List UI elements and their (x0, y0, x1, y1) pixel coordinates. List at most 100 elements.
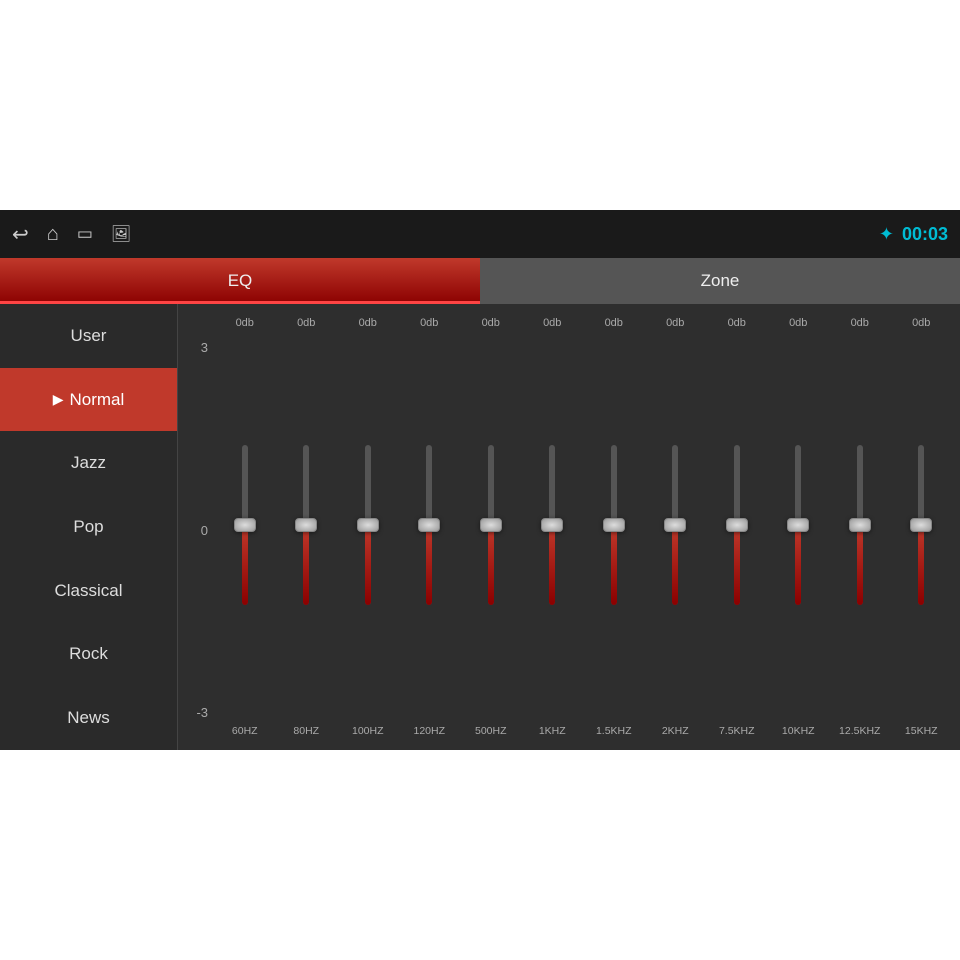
eq-db-labels: 0db0db0db0db0db0db0db0db0db0db0db0db (214, 312, 952, 334)
tab-zone-label: Zone (701, 271, 740, 291)
eq-slider-track-0[interactable] (242, 445, 248, 605)
eq-freq-label-6: 1.5KHZ (583, 720, 645, 742)
tab-zone[interactable]: Zone (480, 258, 960, 304)
tab-eq[interactable]: EQ (0, 258, 480, 304)
eq-db-label-8: 0db (706, 312, 768, 334)
sidebar-jazz-label: Jazz (71, 453, 106, 473)
sidebar-rock-label: Rock (69, 644, 108, 664)
sidebar-item-pop[interactable]: Pop (0, 495, 177, 559)
eq-slider-thumb-8[interactable] (726, 518, 748, 532)
sidebar-news-label: News (67, 708, 110, 728)
eq-slider-thumb-3[interactable] (418, 518, 440, 532)
eq-freq-label-10: 12.5KHZ (829, 720, 891, 742)
eq-slider-thumb-11[interactable] (910, 518, 932, 532)
eq-db-label-10: 0db (829, 312, 891, 334)
eq-slider-col-3 (399, 334, 461, 716)
eq-slider-track-8[interactable] (734, 445, 740, 605)
eq-y-0: 0 (188, 523, 208, 538)
eq-sliders-row (214, 334, 952, 716)
image-icon[interactable]: 🖼 (111, 224, 131, 244)
eq-slider-col-11 (891, 334, 953, 716)
sidebar-item-user[interactable]: User (0, 304, 177, 368)
eq-slider-track-5[interactable] (549, 445, 555, 605)
sidebar: User ▶ Normal Jazz Pop Classical Rock Ne… (0, 304, 178, 750)
eq-freq-label-8: 7.5KHZ (706, 720, 768, 742)
sidebar-classical-label: Classical (54, 581, 122, 601)
eq-freq-label-3: 120HZ (399, 720, 461, 742)
eq-freq-label-4: 500HZ (460, 720, 522, 742)
eq-slider-col-10 (829, 334, 891, 716)
eq-db-label-9: 0db (768, 312, 830, 334)
eq-slider-col-8 (706, 334, 768, 716)
sidebar-normal-label: Normal (69, 390, 124, 410)
eq-slider-track-1[interactable] (303, 445, 309, 605)
eq-db-label-11: 0db (891, 312, 953, 334)
eq-freq-label-0: 60HZ (214, 720, 276, 742)
eq-y-axis: 3 0 -3 (186, 312, 214, 742)
eq-slider-track-7[interactable] (672, 445, 678, 605)
eq-db-label-4: 0db (460, 312, 522, 334)
eq-slider-thumb-4[interactable] (480, 518, 502, 532)
eq-freq-label-11: 15KHZ (891, 720, 953, 742)
eq-slider-thumb-1[interactable] (295, 518, 317, 532)
eq-db-label-7: 0db (645, 312, 707, 334)
eq-slider-track-6[interactable] (611, 445, 617, 605)
eq-db-label-2: 0db (337, 312, 399, 334)
eq-y-3: 3 (188, 340, 208, 355)
eq-freq-label-5: 1KHZ (522, 720, 584, 742)
eq-db-label-3: 0db (399, 312, 461, 334)
eq-db-label-6: 0db (583, 312, 645, 334)
sidebar-item-normal[interactable]: ▶ Normal (0, 368, 177, 432)
timer-display: 00:03 (902, 224, 948, 245)
window-icon[interactable]: ▭ (77, 224, 93, 244)
eq-slider-col-0 (214, 334, 276, 716)
eq-scale-area: 3 0 -3 0db0db0db0db0db0db0db0db0db0db0db… (186, 312, 952, 742)
eq-slider-track-4[interactable] (488, 445, 494, 605)
eq-db-label-1: 0db (276, 312, 338, 334)
eq-slider-thumb-0[interactable] (234, 518, 256, 532)
top-bar-right: ✦ 00:03 (879, 224, 948, 245)
eq-slider-thumb-6[interactable] (603, 518, 625, 532)
sidebar-item-jazz[interactable]: Jazz (0, 431, 177, 495)
eq-db-label-5: 0db (522, 312, 584, 334)
top-bar: ↩ ⌂ ▭ 🖼 ✦ 00:03 (0, 210, 960, 258)
eq-slider-col-6 (583, 334, 645, 716)
eq-freq-label-2: 100HZ (337, 720, 399, 742)
eq-slider-thumb-10[interactable] (849, 518, 871, 532)
eq-slider-col-4 (460, 334, 522, 716)
tab-bar: EQ Zone (0, 258, 960, 304)
sidebar-user-label: User (71, 326, 107, 346)
eq-db-label-0: 0db (214, 312, 276, 334)
play-icon: ▶ (53, 391, 64, 408)
eq-slider-track-11[interactable] (918, 445, 924, 605)
sidebar-pop-label: Pop (73, 517, 103, 537)
eq-freq-label-1: 80HZ (276, 720, 338, 742)
eq-slider-thumb-5[interactable] (541, 518, 563, 532)
eq-area: 3 0 -3 0db0db0db0db0db0db0db0db0db0db0db… (178, 304, 960, 750)
sidebar-item-news[interactable]: News (0, 686, 177, 750)
eq-slider-track-2[interactable] (365, 445, 371, 605)
eq-freq-labels: 60HZ80HZ100HZ120HZ500HZ1KHZ1.5KHZ2KHZ7.5… (214, 720, 952, 742)
home-icon[interactable]: ⌂ (47, 223, 59, 246)
bluetooth-icon: ✦ (879, 224, 894, 245)
eq-slider-col-2 (337, 334, 399, 716)
eq-y-minus3: -3 (188, 705, 208, 720)
top-bar-left: ↩ ⌂ ▭ 🖼 (12, 222, 131, 247)
eq-slider-thumb-9[interactable] (787, 518, 809, 532)
eq-freq-label-7: 2KHZ (645, 720, 707, 742)
sidebar-item-classical[interactable]: Classical (0, 559, 177, 623)
eq-slider-thumb-2[interactable] (357, 518, 379, 532)
eq-slider-col-5 (522, 334, 584, 716)
back-icon[interactable]: ↩ (12, 222, 29, 247)
eq-sliders-container: 0db0db0db0db0db0db0db0db0db0db0db0db 60H… (214, 312, 952, 742)
eq-slider-col-1 (276, 334, 338, 716)
eq-freq-label-9: 10KHZ (768, 720, 830, 742)
eq-slider-track-10[interactable] (857, 445, 863, 605)
eq-slider-track-9[interactable] (795, 445, 801, 605)
eq-slider-track-3[interactable] (426, 445, 432, 605)
tab-eq-label: EQ (228, 271, 253, 291)
main-content: User ▶ Normal Jazz Pop Classical Rock Ne… (0, 304, 960, 750)
eq-slider-col-9 (768, 334, 830, 716)
eq-slider-thumb-7[interactable] (664, 518, 686, 532)
sidebar-item-rock[interactable]: Rock (0, 623, 177, 687)
